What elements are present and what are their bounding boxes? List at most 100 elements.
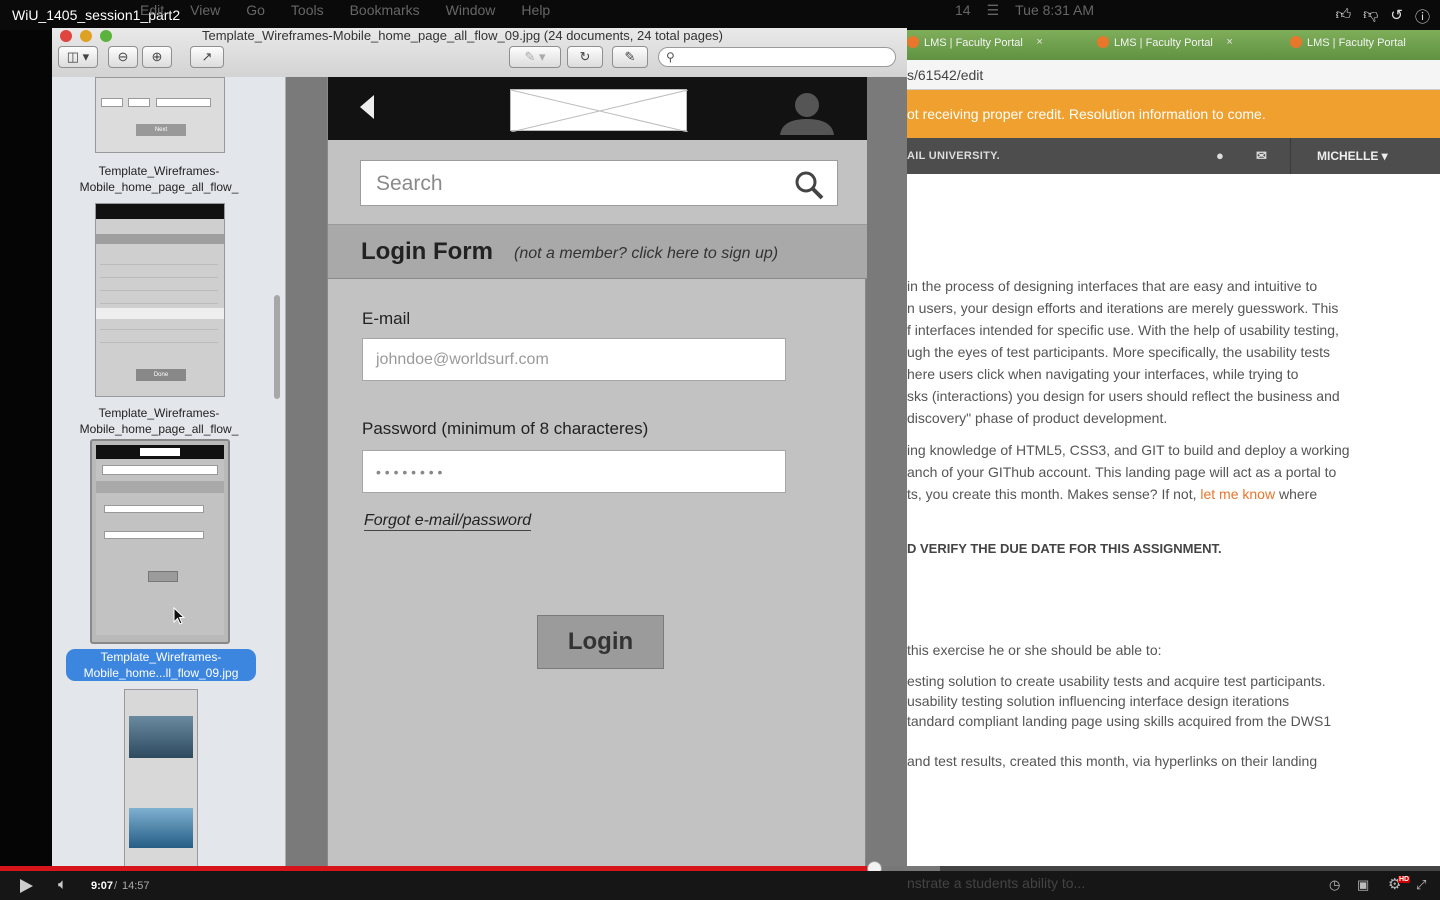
site-favicon-icon	[1097, 36, 1109, 48]
thumbnail-label: Template_Wireframes- Mobile_home_page_al…	[79, 164, 239, 194]
site-navbar: AIL UNIVERSITY. ● ✉ MICHELLE ▾	[907, 138, 1440, 174]
email-field[interactable]: johndoe@worldsurf.com	[362, 338, 786, 381]
email-value: johndoe@worldsurf.com	[376, 351, 549, 368]
objective-item: esting solution to create usability test…	[907, 673, 1326, 689]
browser-tab[interactable]: LMS | Faculty Portal ×	[1097, 36, 1233, 58]
menu-edit[interactable]: Edit	[140, 2, 164, 22]
left-margin	[0, 30, 52, 866]
close-window-button[interactable]	[60, 30, 72, 42]
minimize-window-button[interactable]	[80, 30, 92, 42]
current-time: 9:07	[91, 880, 114, 892]
forgot-password-link[interactable]: Forgot e-mail/password	[364, 512, 532, 531]
menu-window[interactable]: Window	[446, 2, 496, 22]
thumbnail-label: Template_Wireframes- Mobile_home_page_al…	[79, 406, 239, 436]
time-separator: /	[114, 880, 118, 892]
fullscreen-icon[interactable]: ⤢	[1416, 877, 1426, 893]
paragraph-line: discovery" phase of product development.	[907, 410, 1168, 426]
user-avatar-icon[interactable]	[778, 91, 836, 135]
info-icon[interactable]: ⓘ	[1415, 6, 1430, 27]
thumbnail-sidebar: Next Template_Wireframes- Mobile_home_pa…	[52, 77, 286, 866]
objective-item: tandard compliant landing page using ski…	[907, 713, 1332, 729]
paragraph-line: ts, you create this month. Makes sense? …	[907, 483, 1317, 505]
form-title: Login Form	[361, 238, 493, 265]
video-actions: 👍︎ 👎︎ ↺ ⓘ	[1335, 6, 1430, 27]
mouse-cursor-icon	[173, 607, 186, 625]
play-icon[interactable]	[20, 879, 33, 893]
page-thumbnail[interactable]	[124, 689, 198, 866]
tab-label: LMS | Faculty Portal	[1114, 37, 1213, 49]
edit-toolbar-button[interactable]: ✎	[612, 46, 648, 68]
browser-tab[interactable]: LMS | Faculty Portal	[1290, 36, 1406, 58]
sidebar-view-button[interactable]: ◫ ▾	[58, 46, 98, 68]
tab-label: LMS | Faculty Portal	[924, 37, 1023, 49]
menu-view[interactable]: View	[190, 2, 220, 22]
paragraph-text: ts, you create this month. Makes sense? …	[907, 486, 1201, 502]
browser-window: LMS | Faculty Portal × LMS | Faculty Port…	[907, 30, 1440, 866]
menu-go[interactable]: Go	[246, 2, 265, 22]
search-placeholder: Search	[376, 172, 443, 195]
university-name[interactable]: AIL UNIVERSITY.	[907, 150, 1000, 162]
total-time: 14:57	[122, 880, 150, 892]
page-thumbnail[interactable]: Next	[95, 77, 225, 153]
dislike-icon[interactable]: 👎︎	[1363, 6, 1378, 27]
password-mask: • • • • • • • •	[376, 464, 443, 480]
search-input[interactable]: Search	[360, 160, 838, 206]
captions-icon[interactable]: ▣	[1357, 877, 1369, 893]
page-thumbnail-selected[interactable]	[90, 439, 230, 644]
search-row: Search	[328, 140, 867, 225]
site-favicon-icon	[907, 36, 919, 48]
objective-item: usability testing solution influencing i…	[907, 693, 1290, 709]
share-icon[interactable]: ↺	[1390, 6, 1403, 27]
zoom-out-button[interactable]: ⊖	[108, 46, 138, 68]
menu-tools[interactable]: Tools	[291, 2, 324, 22]
thumb-button: Done	[136, 369, 186, 381]
menu-help[interactable]: Help	[521, 2, 550, 22]
site-favicon-icon	[1290, 36, 1302, 48]
video-controls: 🔈︎ 9:07 / 14:57 ◷ ▣ ⚙ ⤢	[0, 871, 1440, 900]
paragraph-line: anch of your GIThub account. This landin…	[907, 464, 1337, 480]
contact-link[interactable]: let me know	[1200, 486, 1275, 502]
document-area: Search Login Form (not a member? click h…	[286, 77, 907, 866]
rotate-button[interactable]: ↻	[567, 46, 603, 68]
objective-item: and test results, created this month, vi…	[907, 753, 1318, 769]
paragraph-line: in the process of designing interfaces t…	[907, 278, 1318, 294]
user-menu[interactable]: MICHELLE ▾	[1290, 138, 1440, 174]
close-tab-icon[interactable]: ×	[1036, 36, 1042, 48]
menu-bookmarks[interactable]: Bookmarks	[350, 2, 420, 22]
login-button[interactable]: Login	[537, 615, 664, 669]
zoom-in-button[interactable]: ⊕	[142, 46, 172, 68]
mac-menu-bar: Edit View Go Tools Bookmarks Window Help	[140, 2, 550, 22]
zoom-window-button[interactable]	[100, 30, 112, 42]
toolbar-search-field[interactable]: ⚲	[658, 47, 896, 67]
back-arrow-icon[interactable]	[360, 95, 374, 119]
mail-icon[interactable]: ✉	[1256, 148, 1267, 164]
alert-text: ot receiving proper credit. Resolution i…	[907, 106, 1266, 122]
paragraph-line: ing knowledge of HTML5, CSS3, and GIT to…	[907, 442, 1350, 458]
address-bar[interactable]: s/61542/edit	[907, 60, 1440, 90]
wireframe-header	[328, 77, 867, 140]
page-thumbnail[interactable]: Done	[95, 203, 225, 397]
sidebar-scrollbar[interactable]	[274, 295, 280, 399]
signup-link[interactable]: (not a member? click here to sign up)	[514, 245, 778, 263]
status-badge: 14	[955, 2, 971, 18]
faint-bottom-text: nstrate a students ability to...	[907, 875, 1086, 891]
watch-later-icon[interactable]: ◷	[1329, 877, 1340, 893]
login-wireframe: Search Login Form (not a member? click h…	[327, 77, 867, 866]
paragraph-line: here users click when navigating your in…	[907, 366, 1299, 382]
globe-icon[interactable]: ●	[1216, 148, 1224, 163]
tab-label: LMS | Faculty Portal	[1307, 37, 1406, 49]
share-button[interactable]: ↗	[190, 46, 224, 68]
search-icon[interactable]	[793, 169, 825, 201]
browser-tab-strip: LMS | Faculty Portal × LMS | Faculty Port…	[907, 30, 1440, 60]
paragraph-text: where	[1275, 486, 1318, 502]
objectives-intro: this exercise he or she should be able t…	[907, 642, 1162, 658]
logo-placeholder	[510, 89, 689, 133]
like-icon[interactable]: 👍︎	[1335, 6, 1351, 27]
window-title: Template_Wireframes-Mobile_home_page_all…	[202, 28, 724, 43]
url-text: s/61542/edit	[907, 67, 984, 83]
close-tab-icon[interactable]: ×	[1226, 36, 1232, 48]
annotate-button[interactable]: ✎ ▾	[509, 46, 561, 68]
browser-tab[interactable]: LMS | Faculty Portal ×	[907, 36, 1043, 58]
password-field[interactable]: • • • • • • • •	[362, 450, 786, 493]
volume-icon[interactable]: 🔈︎	[58, 876, 67, 893]
